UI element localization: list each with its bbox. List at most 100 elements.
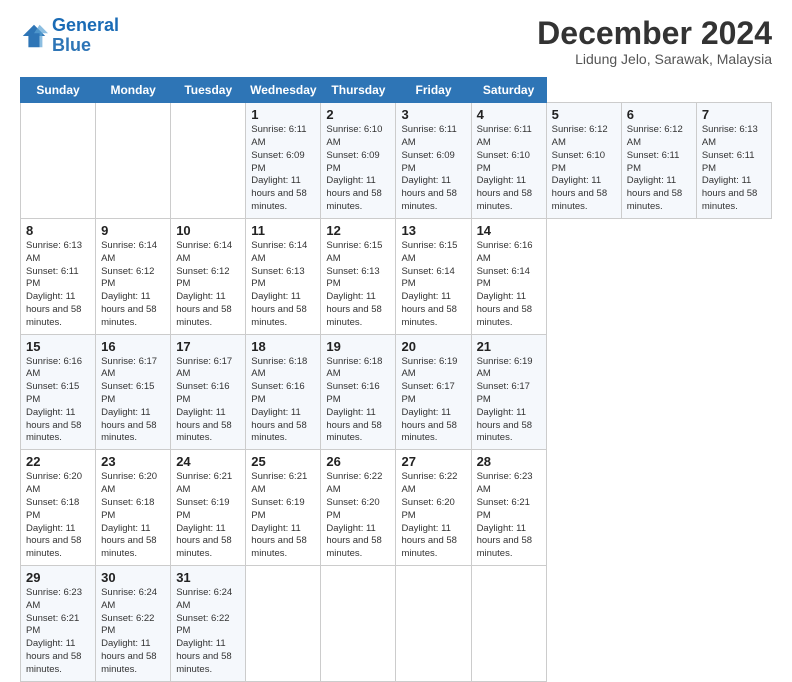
calendar-cell: 3 Sunrise: 6:11 AM Sunset: 6:09 PM Dayli… — [396, 103, 471, 219]
calendar-day-header: Sunday — [21, 78, 96, 103]
day-number: 15 — [26, 339, 90, 354]
day-info: Sunrise: 6:16 AM Sunset: 6:15 PM Dayligh… — [26, 356, 90, 446]
page: General Blue December 2024 Lidung Jelo, … — [0, 0, 792, 612]
day-number: 8 — [26, 223, 90, 238]
logo-line1: General — [52, 15, 119, 35]
calendar-cell — [471, 565, 546, 681]
day-info: Sunrise: 6:15 AM Sunset: 6:14 PM Dayligh… — [401, 240, 465, 330]
day-number: 9 — [101, 223, 165, 238]
day-number: 11 — [251, 223, 315, 238]
day-info: Sunrise: 6:12 AM Sunset: 6:10 PM Dayligh… — [552, 124, 616, 214]
title-block: December 2024 Lidung Jelo, Sarawak, Mala… — [537, 16, 772, 67]
day-info: Sunrise: 6:17 AM Sunset: 6:15 PM Dayligh… — [101, 356, 165, 446]
day-info: Sunrise: 6:11 AM Sunset: 6:09 PM Dayligh… — [401, 124, 465, 214]
day-info: Sunrise: 6:18 AM Sunset: 6:16 PM Dayligh… — [251, 356, 315, 446]
day-number: 12 — [326, 223, 390, 238]
calendar-cell: 24 Sunrise: 6:21 AM Sunset: 6:19 PM Dayl… — [171, 450, 246, 566]
calendar-cell: 2 Sunrise: 6:10 AM Sunset: 6:09 PM Dayli… — [321, 103, 396, 219]
calendar-cell: 20 Sunrise: 6:19 AM Sunset: 6:17 PM Dayl… — [396, 334, 471, 450]
calendar-cell: 17 Sunrise: 6:17 AM Sunset: 6:16 PM Dayl… — [171, 334, 246, 450]
day-info: Sunrise: 6:14 AM Sunset: 6:12 PM Dayligh… — [176, 240, 240, 330]
day-info: Sunrise: 6:24 AM Sunset: 6:22 PM Dayligh… — [101, 587, 165, 677]
day-info: Sunrise: 6:11 AM Sunset: 6:10 PM Dayligh… — [477, 124, 541, 214]
day-info: Sunrise: 6:23 AM Sunset: 6:21 PM Dayligh… — [26, 587, 90, 677]
day-number: 19 — [326, 339, 390, 354]
calendar-cell: 10 Sunrise: 6:14 AM Sunset: 6:12 PM Dayl… — [171, 218, 246, 334]
calendar-cell: 23 Sunrise: 6:20 AM Sunset: 6:18 PM Dayl… — [96, 450, 171, 566]
day-number: 1 — [251, 107, 315, 122]
calendar-week-row: 8 Sunrise: 6:13 AM Sunset: 6:11 PM Dayli… — [21, 218, 772, 334]
day-number: 7 — [702, 107, 766, 122]
calendar-cell: 5 Sunrise: 6:12 AM Sunset: 6:10 PM Dayli… — [546, 103, 621, 219]
calendar-cell: 9 Sunrise: 6:14 AM Sunset: 6:12 PM Dayli… — [96, 218, 171, 334]
day-info: Sunrise: 6:21 AM Sunset: 6:19 PM Dayligh… — [251, 471, 315, 561]
day-number: 3 — [401, 107, 465, 122]
calendar-cell: 13 Sunrise: 6:15 AM Sunset: 6:14 PM Dayl… — [396, 218, 471, 334]
calendar-cell — [321, 565, 396, 681]
calendar-week-row: 22 Sunrise: 6:20 AM Sunset: 6:18 PM Dayl… — [21, 450, 772, 566]
calendar-cell: 29 Sunrise: 6:23 AM Sunset: 6:21 PM Dayl… — [21, 565, 96, 681]
calendar-cell: 27 Sunrise: 6:22 AM Sunset: 6:20 PM Dayl… — [396, 450, 471, 566]
day-number: 20 — [401, 339, 465, 354]
day-info: Sunrise: 6:13 AM Sunset: 6:11 PM Dayligh… — [702, 124, 766, 214]
day-number: 23 — [101, 454, 165, 469]
day-number: 30 — [101, 570, 165, 585]
day-number: 4 — [477, 107, 541, 122]
day-info: Sunrise: 6:20 AM Sunset: 6:18 PM Dayligh… — [26, 471, 90, 561]
logo-text: General Blue — [52, 16, 119, 56]
day-number: 31 — [176, 570, 240, 585]
calendar-cell: 1 Sunrise: 6:11 AM Sunset: 6:09 PM Dayli… — [246, 103, 321, 219]
day-number: 14 — [477, 223, 541, 238]
calendar: SundayMondayTuesdayWednesdayThursdayFrid… — [20, 77, 772, 681]
day-info: Sunrise: 6:15 AM Sunset: 6:13 PM Dayligh… — [326, 240, 390, 330]
calendar-day-header: Saturday — [471, 78, 546, 103]
day-number: 13 — [401, 223, 465, 238]
calendar-day-header: Monday — [96, 78, 171, 103]
day-number: 17 — [176, 339, 240, 354]
calendar-day-header: Friday — [396, 78, 471, 103]
month-title: December 2024 — [537, 16, 772, 51]
calendar-header-row: SundayMondayTuesdayWednesdayThursdayFrid… — [21, 78, 772, 103]
calendar-cell: 7 Sunrise: 6:13 AM Sunset: 6:11 PM Dayli… — [696, 103, 771, 219]
logo: General Blue — [20, 16, 119, 56]
day-number: 24 — [176, 454, 240, 469]
day-info: Sunrise: 6:21 AM Sunset: 6:19 PM Dayligh… — [176, 471, 240, 561]
calendar-cell: 11 Sunrise: 6:14 AM Sunset: 6:13 PM Dayl… — [246, 218, 321, 334]
location: Lidung Jelo, Sarawak, Malaysia — [537, 51, 772, 67]
day-number: 28 — [477, 454, 541, 469]
calendar-week-row: 15 Sunrise: 6:16 AM Sunset: 6:15 PM Dayl… — [21, 334, 772, 450]
day-info: Sunrise: 6:10 AM Sunset: 6:09 PM Dayligh… — [326, 124, 390, 214]
calendar-cell: 30 Sunrise: 6:24 AM Sunset: 6:22 PM Dayl… — [96, 565, 171, 681]
calendar-cell: 28 Sunrise: 6:23 AM Sunset: 6:21 PM Dayl… — [471, 450, 546, 566]
calendar-cell: 21 Sunrise: 6:19 AM Sunset: 6:17 PM Dayl… — [471, 334, 546, 450]
day-number: 29 — [26, 570, 90, 585]
calendar-week-row: 29 Sunrise: 6:23 AM Sunset: 6:21 PM Dayl… — [21, 565, 772, 681]
day-info: Sunrise: 6:13 AM Sunset: 6:11 PM Dayligh… — [26, 240, 90, 330]
day-info: Sunrise: 6:11 AM Sunset: 6:09 PM Dayligh… — [251, 124, 315, 214]
calendar-cell — [21, 103, 96, 219]
day-info: Sunrise: 6:19 AM Sunset: 6:17 PM Dayligh… — [401, 356, 465, 446]
day-number: 16 — [101, 339, 165, 354]
day-number: 18 — [251, 339, 315, 354]
day-info: Sunrise: 6:24 AM Sunset: 6:22 PM Dayligh… — [176, 587, 240, 677]
logo-line2: Blue — [52, 35, 91, 55]
calendar-cell: 19 Sunrise: 6:18 AM Sunset: 6:16 PM Dayl… — [321, 334, 396, 450]
calendar-cell: 15 Sunrise: 6:16 AM Sunset: 6:15 PM Dayl… — [21, 334, 96, 450]
day-info: Sunrise: 6:22 AM Sunset: 6:20 PM Dayligh… — [401, 471, 465, 561]
day-number: 2 — [326, 107, 390, 122]
day-number: 22 — [26, 454, 90, 469]
day-number: 26 — [326, 454, 390, 469]
calendar-cell: 14 Sunrise: 6:16 AM Sunset: 6:14 PM Dayl… — [471, 218, 546, 334]
day-info: Sunrise: 6:12 AM Sunset: 6:11 PM Dayligh… — [627, 124, 691, 214]
day-info: Sunrise: 6:23 AM Sunset: 6:21 PM Dayligh… — [477, 471, 541, 561]
calendar-cell: 16 Sunrise: 6:17 AM Sunset: 6:15 PM Dayl… — [96, 334, 171, 450]
header: General Blue December 2024 Lidung Jelo, … — [20, 16, 772, 67]
calendar-cell: 4 Sunrise: 6:11 AM Sunset: 6:10 PM Dayli… — [471, 103, 546, 219]
logo-icon — [20, 22, 48, 50]
calendar-day-header: Tuesday — [171, 78, 246, 103]
day-info: Sunrise: 6:16 AM Sunset: 6:14 PM Dayligh… — [477, 240, 541, 330]
calendar-cell: 6 Sunrise: 6:12 AM Sunset: 6:11 PM Dayli… — [621, 103, 696, 219]
day-info: Sunrise: 6:22 AM Sunset: 6:20 PM Dayligh… — [326, 471, 390, 561]
day-number: 10 — [176, 223, 240, 238]
calendar-cell: 26 Sunrise: 6:22 AM Sunset: 6:20 PM Dayl… — [321, 450, 396, 566]
